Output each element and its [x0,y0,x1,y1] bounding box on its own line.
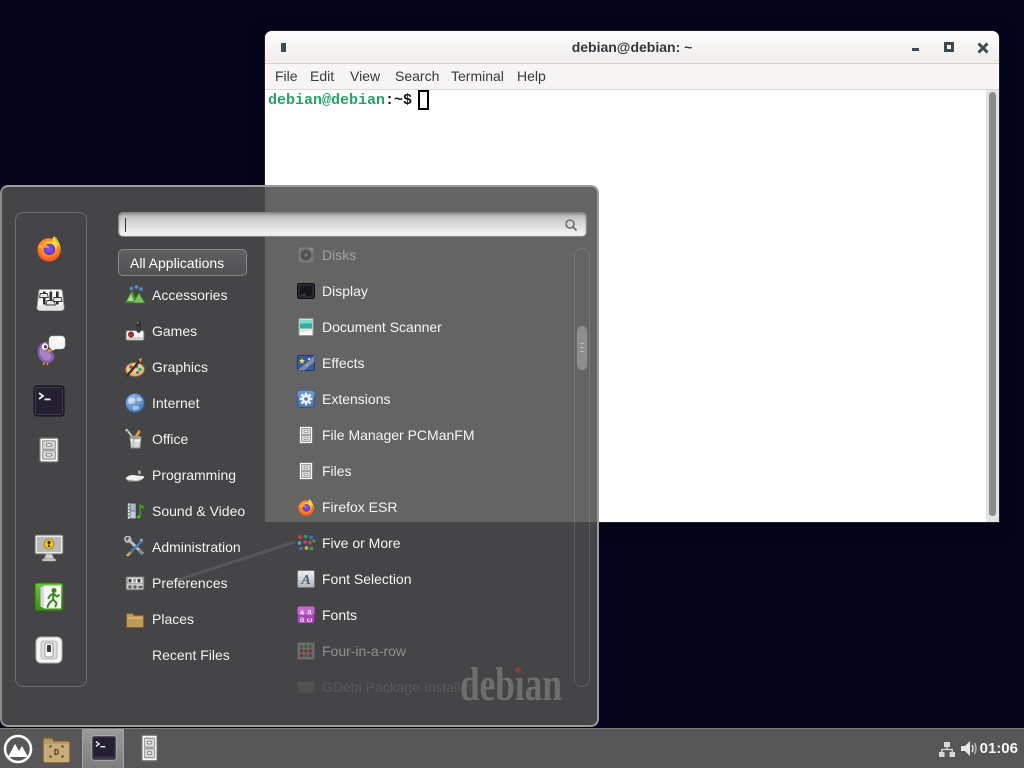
svg-text:a: a [300,615,305,624]
svg-text:ω: ω [307,615,313,624]
svg-text:D: D [54,748,60,758]
